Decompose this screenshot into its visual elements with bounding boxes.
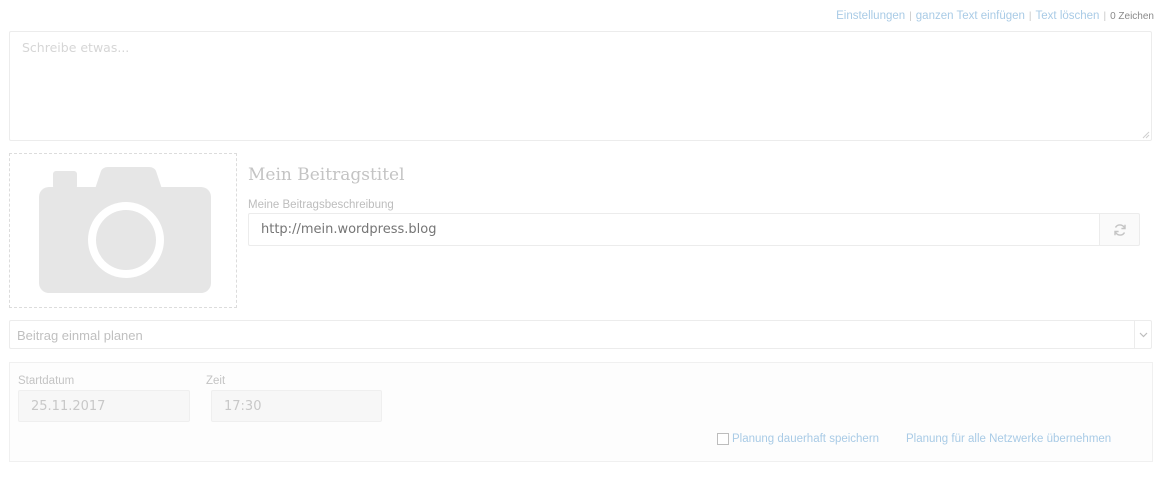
time-label: Zeit (206, 375, 226, 387)
resize-handle[interactable] (1141, 130, 1150, 139)
preview-description[interactable]: Meine Beitragsbeschreibung (248, 199, 394, 211)
preview-title[interactable]: Mein Beitragstitel (248, 165, 405, 185)
start-date-input[interactable] (18, 390, 190, 422)
save-permanently-checkbox[interactable] (717, 433, 729, 445)
schedule-mode-select[interactable]: Beitrag einmal planen (9, 320, 1152, 349)
camera-icon (39, 167, 211, 293)
separator: | (1103, 11, 1107, 22)
clear-text-link[interactable]: Text löschen (1036, 10, 1100, 22)
settings-link[interactable]: Einstellungen (836, 10, 905, 22)
preview-image-placeholder[interactable] (9, 153, 237, 308)
chevron-down-icon (1134, 321, 1151, 348)
text-toolbar: Einstellungen | ganzen Text einfügen | Text … (836, 10, 1154, 22)
separator: | (1028, 11, 1032, 22)
post-text-input[interactable] (9, 31, 1152, 141)
save-permanently-label[interactable]: Planung dauerhaft speichern (732, 433, 879, 445)
time-input[interactable] (211, 390, 382, 422)
refresh-preview-button[interactable] (1100, 213, 1140, 246)
insert-full-text-link[interactable]: ganzen Text einfügen (916, 10, 1025, 22)
refresh-icon (1113, 223, 1126, 236)
separator: | (909, 11, 912, 22)
character-count: 0 Zeichen (1110, 11, 1154, 22)
schedule-mode-value: Beitrag einmal planen (17, 328, 143, 343)
start-date-label: Startdatum (18, 375, 75, 387)
apply-all-networks-link[interactable]: Planung für alle Netzwerke übernehmen (906, 433, 1111, 445)
url-input[interactable] (248, 213, 1100, 246)
